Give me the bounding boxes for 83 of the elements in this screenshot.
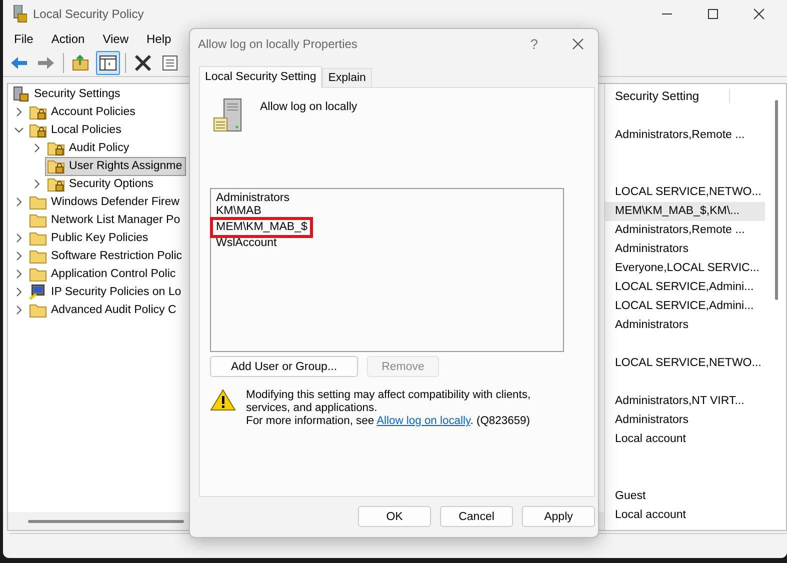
table-cell[interactable]: Guest [605, 487, 765, 506]
tree-item[interactable]: Windows Defender Firew [27, 192, 184, 212]
warning-icon [210, 389, 236, 411]
locked-folder-icon [29, 104, 47, 120]
table-cell[interactable]: LOCAL SERVICE,Admini... [605, 297, 765, 316]
column-header[interactable]: Security Setting [615, 89, 730, 103]
console-tree-icon[interactable] [96, 51, 120, 75]
expand-chevron-icon[interactable] [15, 107, 23, 117]
security-policy-icon [13, 5, 27, 23]
locked-folder-icon [47, 158, 65, 174]
table-cell[interactable]: Administrators [605, 316, 765, 335]
table-cell[interactable]: Administrators,Remote ... [605, 221, 765, 240]
close-icon[interactable] [572, 38, 584, 50]
info-text: For more information, see [246, 415, 376, 427]
help-button[interactable]: ? [530, 36, 538, 52]
table-cell[interactable]: Everyone,LOCAL SERVIC... [605, 259, 765, 278]
folder-icon [29, 230, 47, 246]
folder-icon [29, 302, 47, 318]
menu-item[interactable]: Help [138, 30, 180, 48]
horizontal-scrollbar[interactable] [28, 520, 184, 522]
tree-item[interactable]: User Rights Assignme [45, 156, 186, 176]
expand-chevron-icon[interactable] [15, 251, 23, 261]
tree-item[interactable]: Local Policies [27, 120, 126, 140]
expand-chevron-icon[interactable] [15, 269, 23, 279]
maximize-icon[interactable] [707, 8, 719, 20]
folder-icon [29, 266, 47, 282]
vertical-scrollbar[interactable] [775, 100, 778, 300]
computer-key-icon [29, 284, 47, 300]
table-cell[interactable]: LOCAL SERVICE,NETWO... [605, 183, 765, 202]
window-title: Local Security Policy [33, 7, 144, 21]
tree-item[interactable]: IP Security Policies on Lo [27, 282, 186, 302]
dialog-button[interactable]: Apply [522, 506, 595, 527]
menu-item[interactable]: File [5, 30, 42, 48]
server-icon [212, 98, 244, 134]
tree-item[interactable]: Application Control Polic [27, 264, 180, 284]
dialog-button[interactable]: Cancel [440, 506, 513, 527]
expand-chevron-icon[interactable] [33, 143, 41, 153]
help-link[interactable]: Allow log on locally [376, 415, 470, 427]
dialog-title: Allow log on locally Properties [198, 37, 358, 51]
table-cell[interactable]: LOCAL SERVICE,NETWO... [605, 354, 765, 373]
tree-item[interactable]: Public Key Policies [27, 228, 152, 248]
table-cell[interactable]: LOCAL SERVICE,Admini... [605, 278, 765, 297]
locked-folder-icon [29, 122, 47, 138]
members-list[interactable]: Administrators KM\MAB MEM\KM_MAB_$ WslAccount [210, 188, 564, 352]
expand-chevron-icon[interactable] [15, 287, 23, 297]
locked-folder-icon [47, 176, 65, 192]
collapse-chevron-icon[interactable] [14, 126, 24, 134]
tree-item[interactable]: Security Options [45, 174, 158, 194]
expand-chevron-icon[interactable] [15, 233, 23, 243]
warning-text: Modifying this setting may affect compatibility with clients, services, and applications. [246, 389, 532, 415]
list-item[interactable]: KM\MAB [214, 205, 264, 218]
table-cell[interactable]: Local account [605, 506, 765, 525]
list-item[interactable]: WslAccount [214, 237, 279, 250]
tree-item[interactable]: Software Restriction Polic [27, 246, 186, 266]
table-cell[interactable]: Administrators [605, 411, 765, 430]
table-cell[interactable]: Administrators [605, 240, 765, 259]
tree-item[interactable]: Security Settings [10, 84, 124, 104]
tree-item[interactable]: Advanced Audit Policy C [27, 300, 180, 320]
tab[interactable]: Local Security Setting [199, 66, 322, 88]
table-cell[interactable]: Administrators,Remote ... [605, 126, 765, 145]
dialog-button[interactable]: OK [358, 506, 431, 527]
expand-chevron-icon[interactable] [15, 197, 23, 207]
table-cell[interactable]: MEM\KM_MAB_$,KM\... [605, 202, 765, 221]
folder-icon [29, 212, 47, 228]
tree-item[interactable]: Account Policies [27, 102, 140, 122]
expand-chevron-icon[interactable] [15, 305, 23, 315]
add-button[interactable]: Add User or Group... [210, 356, 358, 377]
list-item[interactable]: Administrators [214, 192, 292, 205]
menu-item[interactable]: Action [42, 30, 94, 48]
article-reference: . (Q823659) [470, 415, 530, 427]
folder-icon [29, 248, 47, 264]
tab[interactable]: Explain [322, 68, 372, 87]
tree-item[interactable]: Audit Policy [45, 138, 134, 158]
menu-item[interactable]: View [94, 30, 138, 48]
folder-icon [29, 194, 47, 210]
security-settings-icon [12, 86, 30, 102]
table-cell[interactable]: Administrators,NT VIRT... [605, 392, 765, 411]
table-cell[interactable]: Local account [605, 430, 765, 449]
expand-chevron-icon[interactable] [33, 179, 41, 189]
close-icon[interactable] [753, 8, 765, 20]
policy-name: Allow log on locally [260, 101, 358, 115]
locked-folder-icon [47, 140, 65, 156]
tree-item[interactable]: Network List Manager Po [27, 210, 184, 230]
